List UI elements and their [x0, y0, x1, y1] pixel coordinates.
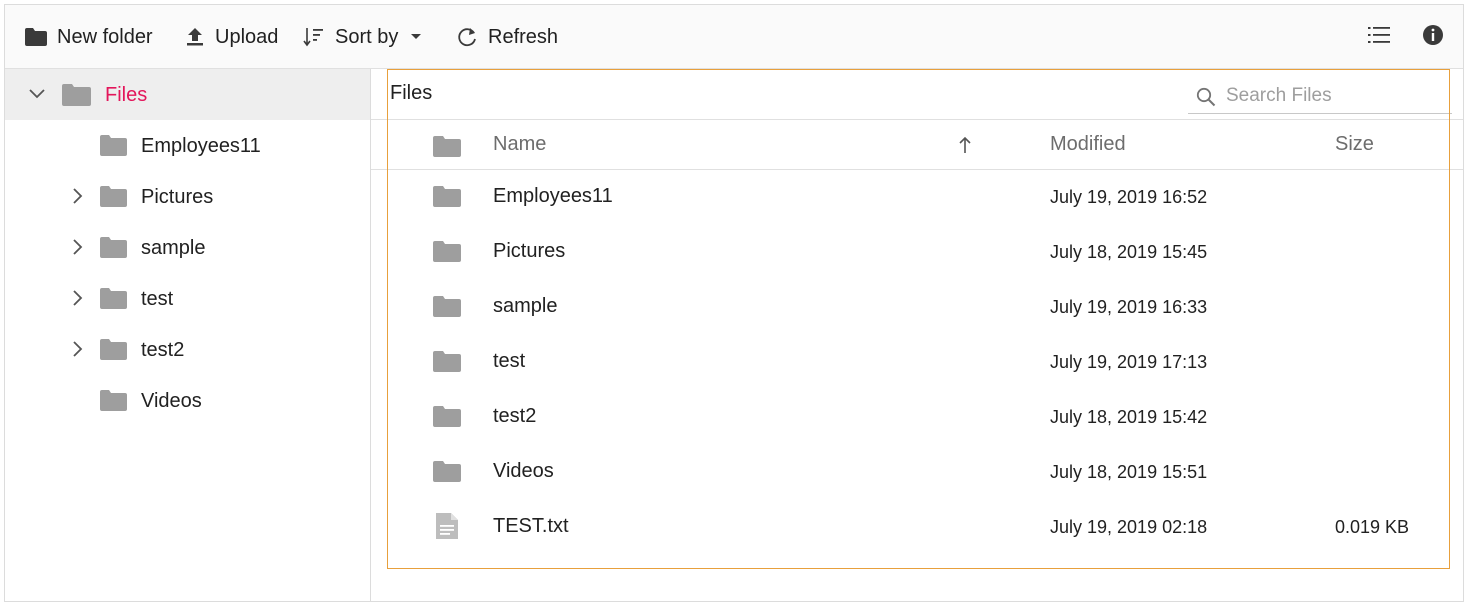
folder-icon — [25, 28, 47, 46]
folder-icon — [433, 351, 461, 377]
chevron-down-icon[interactable] — [27, 84, 47, 104]
row-modified: July 19, 2019 16:52 — [1050, 187, 1208, 207]
tree-node-test[interactable]: test — [5, 273, 370, 324]
sort-by-button[interactable]: Sort by — [303, 5, 422, 69]
table-row[interactable]: Pictures July 18, 2019 15:45 — [371, 225, 1463, 280]
new-folder-label: New folder — [57, 25, 153, 48]
row-size: 0.019 KB — [1335, 517, 1410, 537]
row-name: Videos — [493, 460, 554, 482]
tree-node-sample[interactable]: sample — [5, 222, 370, 273]
row-modified: July 18, 2019 15:42 — [1050, 407, 1208, 427]
refresh-button[interactable]: Refresh — [456, 5, 558, 69]
tree-node-label: test2 — [141, 339, 185, 361]
new-folder-button[interactable]: New folder — [25, 5, 153, 69]
column-header-name[interactable]: Name — [493, 133, 546, 156]
navigation-pane: Files Employees11 Pictures sample test test2… — [5, 69, 371, 601]
address-bar: Files — [371, 69, 1463, 120]
row-name: test — [493, 350, 526, 372]
tree-node-files[interactable]: Files — [5, 69, 370, 120]
tree-node-label: Videos — [141, 390, 202, 412]
row-modified: July 19, 2019 16:33 — [1050, 297, 1208, 317]
table-row[interactable]: sample July 19, 2019 16:33 — [371, 280, 1463, 335]
grid-header: Name Modified Size — [371, 120, 1463, 170]
upload-label: Upload — [215, 25, 279, 48]
chevron-right-icon[interactable] — [68, 339, 88, 359]
row-name: Pictures — [493, 240, 566, 262]
tree-node-label: sample — [141, 237, 206, 259]
row-modified: July 18, 2019 15:45 — [1050, 242, 1208, 262]
column-header-size[interactable]: Size — [1335, 133, 1374, 156]
tree-node-label: Pictures — [141, 186, 214, 208]
folder-icon — [433, 461, 461, 487]
row-name: sample — [493, 295, 558, 317]
chevron-right-icon[interactable] — [68, 186, 88, 206]
folder-icon — [100, 237, 127, 263]
table-row[interactable]: test2 July 18, 2019 15:42 — [371, 390, 1463, 445]
table-row[interactable]: Employees11 July 19, 2019 16:52 — [371, 170, 1463, 225]
chevron-right-icon[interactable] — [68, 288, 88, 308]
refresh-label: Refresh — [488, 25, 559, 48]
row-name: test2 — [493, 405, 537, 427]
folder-icon — [62, 84, 91, 111]
folder-icon — [433, 136, 461, 162]
upload-button[interactable]: Upload — [185, 5, 278, 69]
tree-node-label: test — [141, 288, 174, 310]
toolbar: New folder Upload Sort by Refresh — [5, 5, 1463, 69]
caret-down-icon — [410, 33, 422, 41]
table-row[interactable]: test July 19, 2019 17:13 — [371, 335, 1463, 390]
folder-icon — [433, 296, 461, 322]
tree-node-employees11[interactable]: Employees11 — [5, 120, 370, 171]
chevron-right-icon[interactable] — [68, 237, 88, 257]
folder-icon — [433, 186, 461, 212]
search-box[interactable] — [1188, 77, 1452, 114]
row-modified: July 18, 2019 15:51 — [1050, 462, 1208, 482]
folder-icon — [433, 406, 461, 432]
upload-icon — [185, 27, 205, 47]
column-header-modified[interactable]: Modified — [1050, 133, 1126, 156]
table-row[interactable]: TEST.txt July 19, 2019 02:18 0.019 KB — [371, 500, 1463, 555]
row-modified: July 19, 2019 02:18 — [1050, 517, 1208, 537]
folder-icon — [100, 288, 127, 314]
folder-icon — [100, 339, 127, 365]
list-view-icon — [1367, 25, 1391, 50]
search-input[interactable] — [1224, 81, 1448, 111]
breadcrumb[interactable]: Files — [390, 82, 432, 105]
folder-icon — [433, 241, 461, 267]
tree-node-test2[interactable]: test2 — [5, 324, 370, 375]
tree-node-pictures[interactable]: Pictures — [5, 171, 370, 222]
tree-node-videos[interactable]: Videos — [5, 375, 370, 426]
search-icon — [1196, 87, 1216, 112]
row-modified: July 19, 2019 17:13 — [1050, 352, 1208, 372]
sort-ascending-icon[interactable] — [958, 136, 972, 159]
tree-node-label: Employees11 — [141, 135, 261, 157]
row-name: Employees11 — [493, 185, 613, 207]
table-row[interactable]: Videos July 18, 2019 15:51 — [371, 445, 1463, 500]
tree-node-label: Files — [105, 84, 148, 106]
folder-icon — [100, 135, 127, 161]
sort-icon — [303, 26, 325, 48]
file-icon — [435, 512, 459, 545]
sort-by-label: Sort by — [335, 25, 399, 48]
folder-icon — [100, 390, 127, 416]
info-icon — [1422, 24, 1444, 51]
file-manager: New folder Upload Sort by Refresh Files … — [4, 4, 1464, 602]
row-name: TEST.txt — [493, 515, 569, 537]
details-button[interactable] — [1422, 5, 1444, 69]
content-pane: Files Name Modified Size Employees11 July… — [371, 69, 1463, 601]
folder-icon — [100, 186, 127, 212]
refresh-icon — [456, 26, 478, 48]
view-toggle-button[interactable] — [1367, 5, 1391, 69]
